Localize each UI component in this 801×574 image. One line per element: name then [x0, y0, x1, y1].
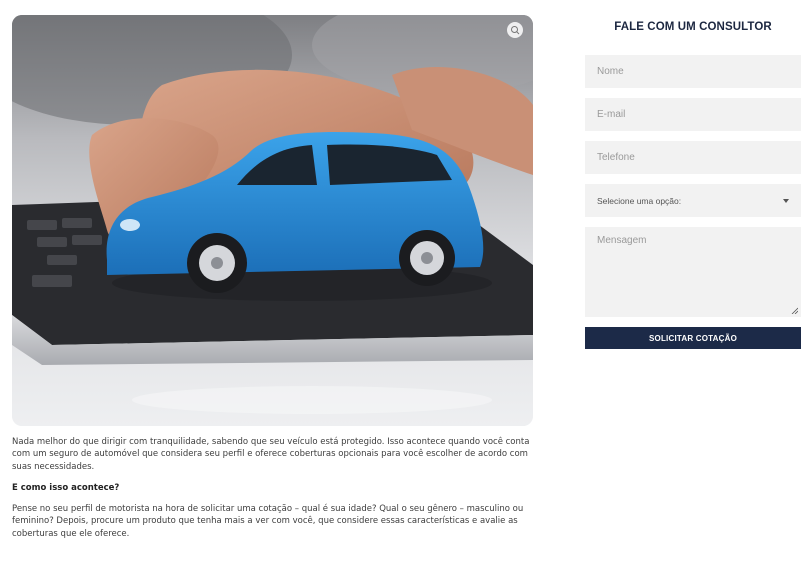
select-value: Selecione uma opção: — [597, 195, 682, 206]
article-subheading: E como isso acontece? — [12, 482, 120, 493]
message-placeholder: Mensagem — [597, 235, 647, 246]
name-placeholder: Nome — [597, 66, 624, 77]
subject-select[interactable]: Selecione uma opção: — [585, 184, 801, 217]
message-field[interactable]: Mensagem — [585, 227, 801, 317]
phone-field[interactable]: Telefone — [585, 141, 801, 174]
submit-button[interactable]: SOLICITAR COTAÇÃO — [585, 327, 801, 349]
contact-form: FALE COM UM CONSULTOR Nome E-mail Telefo… — [585, 15, 801, 349]
hero-image — [12, 15, 533, 426]
car-on-laptop-illustration — [12, 15, 533, 426]
caret-down-icon — [783, 198, 789, 203]
email-field[interactable]: E-mail — [585, 98, 801, 131]
resize-handle-icon[interactable] — [791, 307, 798, 314]
phone-placeholder: Telefone — [597, 152, 635, 163]
form-title: FALE COM UM CONSULTOR — [614, 21, 772, 33]
article-body: Nada melhor do que dirigir com tranquili… — [12, 436, 532, 549]
zoom-icon — [511, 26, 520, 35]
article-paragraph: Pense no seu perfil de motorista na hora… — [12, 504, 524, 539]
email-placeholder: E-mail — [597, 109, 626, 120]
article-paragraph: Nada melhor do que dirigir com tranquili… — [12, 437, 530, 472]
zoom-button[interactable] — [507, 22, 523, 38]
name-field[interactable]: Nome — [585, 55, 801, 88]
